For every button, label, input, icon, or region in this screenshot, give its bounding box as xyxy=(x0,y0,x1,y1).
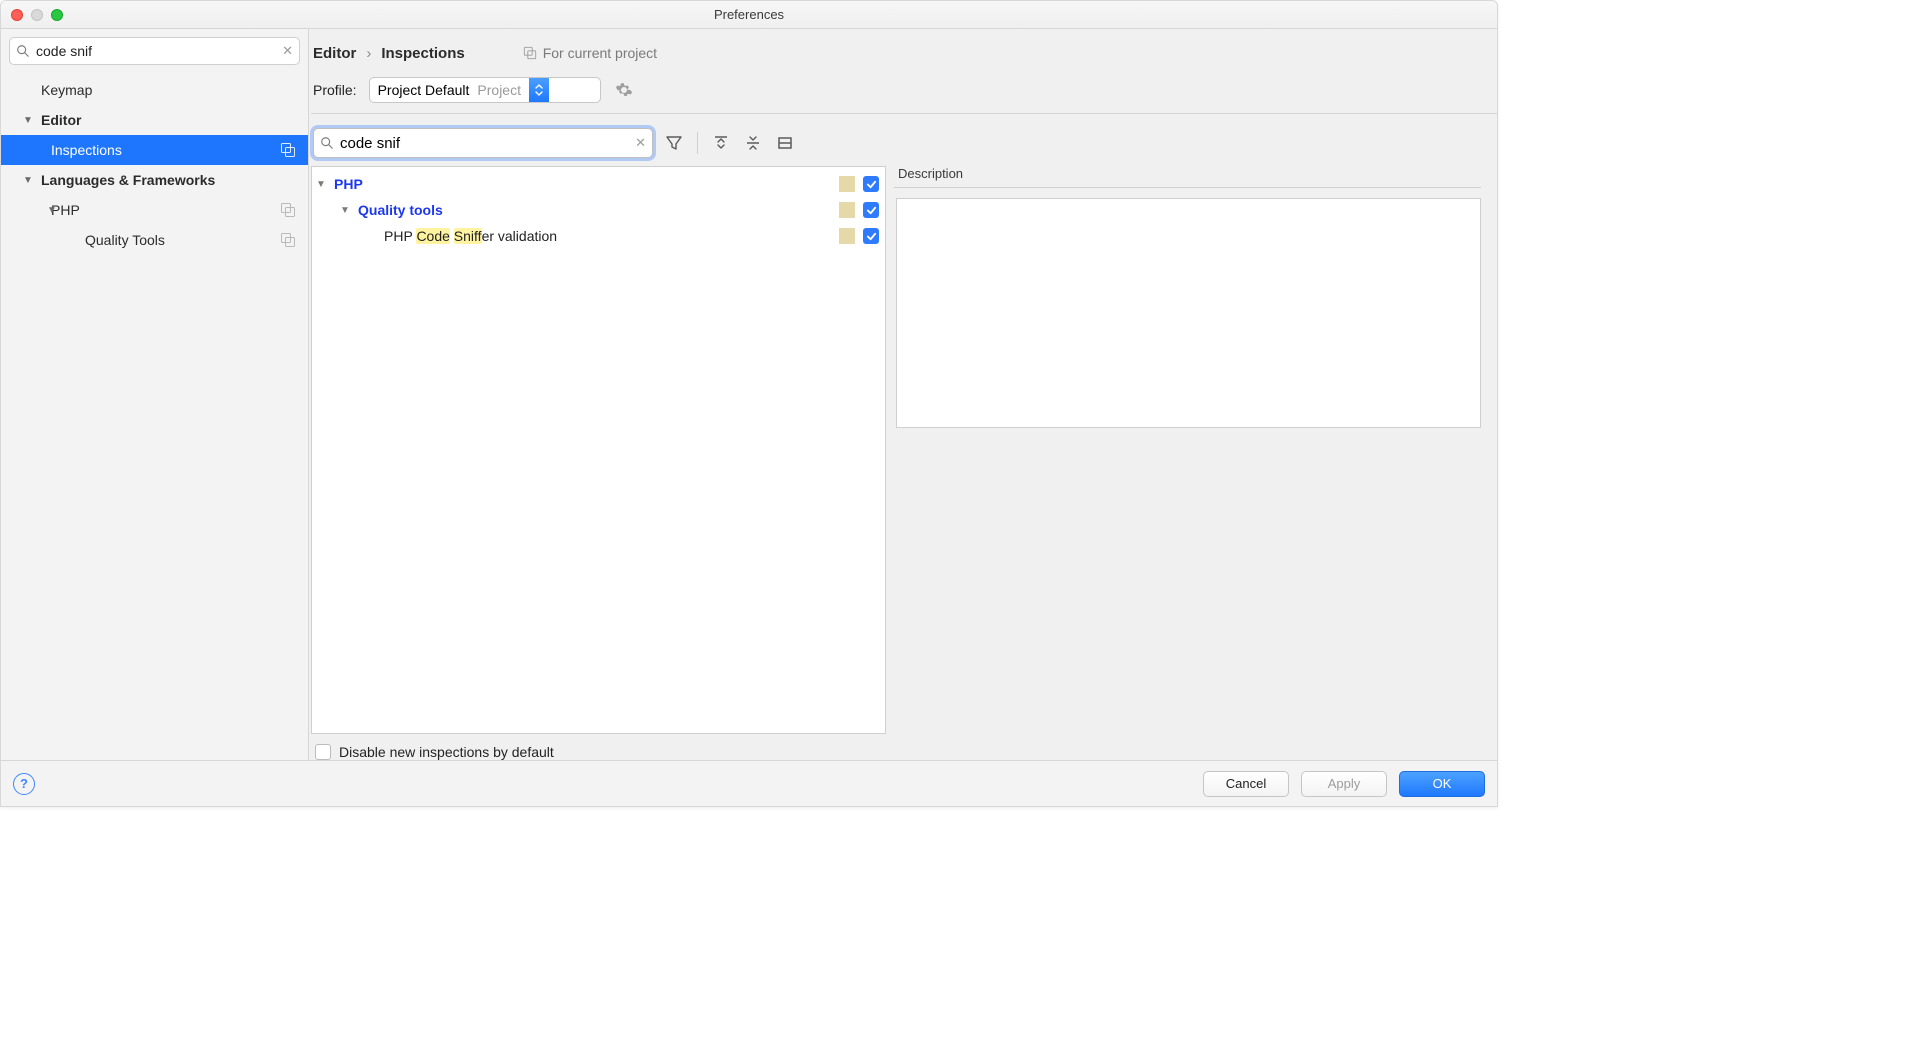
inspection-checkbox[interactable] xyxy=(863,176,879,192)
search-icon xyxy=(320,136,334,150)
inspections-search[interactable]: ✕ xyxy=(313,128,653,158)
project-scope-icon xyxy=(523,46,537,60)
severity-swatch xyxy=(839,228,855,244)
toolbar-separator xyxy=(697,132,698,154)
sidebar-item-label: Keymap xyxy=(41,82,92,98)
window-title: Preferences xyxy=(714,7,784,22)
scope-label: For current project xyxy=(543,45,657,61)
preferences-tree: Keymap ▼ Editor Inspections ▼ Languages & … xyxy=(1,71,308,255)
severity-swatch xyxy=(839,202,855,218)
clear-search-icon[interactable]: ✕ xyxy=(635,135,646,151)
inspection-label: PHP Code Sniffer validation xyxy=(384,228,557,244)
inspection-group-quality-tools[interactable]: ▼ Quality tools xyxy=(312,197,885,223)
chevron-down-icon: ▼ xyxy=(19,175,37,186)
inspections-search-input[interactable] xyxy=(334,135,635,152)
close-icon[interactable] xyxy=(11,9,23,21)
sidebar-item-quality-tools[interactable]: Quality Tools xyxy=(1,225,308,255)
left-sidebar: ✕ Keymap ▼ Editor Inspections ▼ Languages … xyxy=(1,29,309,760)
dialog-footer: ? Cancel Apply OK xyxy=(1,760,1497,806)
profile-select[interactable]: Project Default Project xyxy=(369,77,601,103)
sidebar-item-label: Editor xyxy=(41,112,81,128)
sidebar-item-php[interactable]: ▼PHP xyxy=(1,195,308,225)
sidebar-item-keymap[interactable]: Keymap xyxy=(1,75,308,105)
chevron-down-icon: ▼ xyxy=(19,115,37,126)
preferences-window: Preferences ✕ Keymap ▼ Editor Inspections… xyxy=(0,0,1498,807)
severity-swatch xyxy=(839,176,855,192)
preferences-search[interactable]: ✕ xyxy=(9,37,300,65)
divider xyxy=(894,187,1481,188)
preferences-search-input[interactable] xyxy=(30,43,282,59)
apply-button[interactable]: Apply xyxy=(1301,771,1387,797)
chevron-down-icon: ▼ xyxy=(316,179,326,190)
project-scope-icon xyxy=(280,142,296,158)
filter-button[interactable] xyxy=(663,132,685,154)
profile-selected: Project Default xyxy=(370,82,478,98)
breadcrumb: Editor › Inspections xyxy=(313,45,465,62)
current-project-scope: For current project xyxy=(523,45,657,61)
inspections-tree[interactable]: ▼ PHP ▼ Quality tools PHP Code Sniffer v… xyxy=(311,166,886,734)
collapse-all-button[interactable] xyxy=(742,132,764,154)
sidebar-item-inspections[interactable]: Inspections xyxy=(1,135,308,165)
breadcrumb-separator: › xyxy=(366,45,371,62)
project-scope-icon xyxy=(280,202,296,218)
dropdown-stepper-icon xyxy=(529,78,549,102)
chevron-down-icon: ▼ xyxy=(43,205,61,216)
sidebar-item-label: Inspections xyxy=(51,142,122,158)
sidebar-item-label: Languages & Frameworks xyxy=(41,172,215,188)
inspection-checkbox[interactable] xyxy=(863,202,879,218)
zoom-icon[interactable] xyxy=(51,9,63,21)
window-controls xyxy=(1,9,63,21)
inspection-group-php[interactable]: ▼ PHP xyxy=(312,171,885,197)
description-panel xyxy=(896,198,1481,428)
profile-label: Profile: xyxy=(313,82,357,98)
disable-new-label: Disable new inspections by default xyxy=(339,744,554,760)
sidebar-item-languages-frameworks[interactable]: ▼ Languages & Frameworks xyxy=(1,165,308,195)
chevron-down-icon: ▼ xyxy=(340,205,350,216)
profile-settings-button[interactable] xyxy=(613,79,635,101)
ok-button[interactable]: OK xyxy=(1399,771,1485,797)
description-title: Description xyxy=(896,166,1481,187)
help-button[interactable]: ? xyxy=(13,773,35,795)
profile-scope: Project xyxy=(477,82,529,98)
breadcrumb-editor[interactable]: Editor xyxy=(313,45,356,62)
inspection-checkbox[interactable] xyxy=(863,228,879,244)
divider xyxy=(311,113,1497,114)
expand-all-button[interactable] xyxy=(710,132,732,154)
inspection-php-code-sniffer[interactable]: PHP Code Sniffer validation xyxy=(312,223,885,249)
sidebar-item-editor[interactable]: ▼ Editor xyxy=(1,105,308,135)
clear-search-icon[interactable]: ✕ xyxy=(282,43,293,59)
search-icon xyxy=(16,44,30,58)
breadcrumb-inspections: Inspections xyxy=(381,45,464,62)
minimize-icon[interactable] xyxy=(31,9,43,21)
inspection-group-label: PHP xyxy=(334,176,363,192)
titlebar: Preferences xyxy=(1,1,1497,29)
sidebar-item-label: Quality Tools xyxy=(85,232,165,248)
inspection-group-label: Quality tools xyxy=(358,202,443,218)
disable-new-checkbox[interactable] xyxy=(315,744,331,760)
reset-button[interactable] xyxy=(774,132,796,154)
cancel-button[interactable]: Cancel xyxy=(1203,771,1289,797)
project-scope-icon xyxy=(280,232,296,248)
